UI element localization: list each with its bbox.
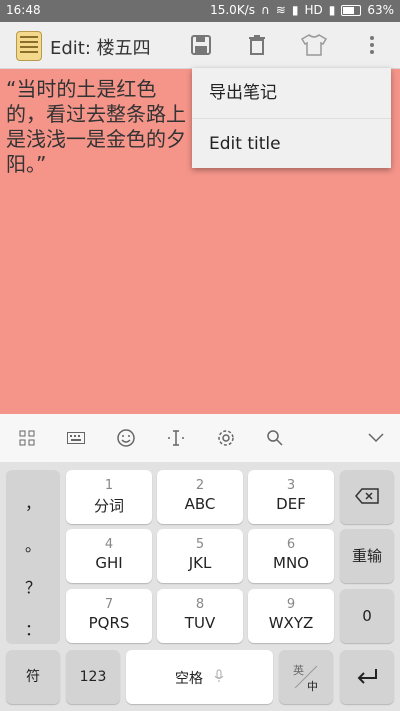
headphone-icon: ∩ (260, 3, 270, 17)
keyboard-icon[interactable] (64, 426, 88, 450)
collapse-keyboard-icon[interactable] (364, 426, 388, 450)
overflow-menu-icon[interactable] (358, 31, 386, 59)
key-0[interactable]: 0 (340, 589, 394, 643)
punct-question[interactable]: ？ (6, 574, 60, 598)
emoji-icon[interactable] (114, 426, 138, 450)
enter-key[interactable] (340, 650, 394, 704)
note-text[interactable]: “当时的土是红色的，看过去整条路上是浅浅一是金色的夕阳。” (6, 77, 196, 177)
key-7[interactable]: 7 PQRS (66, 589, 152, 643)
punct-comma[interactable]: ， (6, 490, 60, 514)
notepad-app-icon (16, 31, 42, 61)
save-icon[interactable] (187, 31, 215, 59)
language-switch-key[interactable]: 英 中 (279, 650, 333, 704)
overflow-menu: 导出笔记 Edit title (192, 68, 391, 168)
toolbar: Edit: 楼五四 (0, 22, 400, 69)
numbers-key[interactable]: 123 (66, 650, 120, 704)
key-3[interactable]: 3 DEF (248, 470, 334, 524)
keyboard-toolbar (0, 414, 400, 463)
keyboard: ， 。 ？ ： 1 分词 2 ABC 3 DEF 4 GHI 5 JKL 6 M… (0, 462, 400, 711)
key-5[interactable]: 5 JKL (157, 529, 243, 583)
battery-percent: 63% (367, 3, 394, 17)
delete-icon[interactable] (243, 31, 271, 59)
punct-colon[interactable]: ： (6, 616, 60, 640)
key-9[interactable]: 9 WXYZ (248, 589, 334, 643)
key-4[interactable]: 4 GHI (66, 529, 152, 583)
search-icon[interactable] (263, 426, 287, 450)
symbol-key[interactable]: 符 (6, 650, 60, 704)
hd-label: HD (304, 3, 323, 17)
key-2[interactable]: 2 ABC (157, 470, 243, 524)
space-key[interactable]: 空格 (126, 650, 273, 704)
grid-icon[interactable] (15, 426, 39, 450)
menu-item-export-notes[interactable]: 导出笔记 (192, 68, 391, 119)
network-speed: 15.0K/s (210, 3, 255, 17)
key-1[interactable]: 1 分词 (66, 470, 152, 524)
status-bar: 16:48 15.0K/s ∩ ≋ ▮ HD ▮ 63% (0, 0, 400, 22)
space-label: 空格 (174, 671, 203, 687)
cursor-icon[interactable] (164, 426, 188, 450)
signal-2-icon: ▮ (328, 3, 336, 17)
backspace-key[interactable] (340, 470, 394, 524)
reenter-key[interactable]: 重输 (340, 529, 394, 583)
microphone-icon (214, 668, 224, 687)
menu-item-edit-title[interactable]: Edit title (192, 119, 391, 169)
status-time: 16:48 (6, 3, 41, 17)
battery-icon (341, 4, 362, 16)
key-8[interactable]: 8 TUV (157, 589, 243, 643)
punctuation-column: ， 。 ？ ： (6, 470, 60, 644)
page-title: Edit: 楼五四 (50, 38, 151, 59)
key-6[interactable]: 6 MNO (248, 529, 334, 583)
shirt-icon[interactable] (300, 31, 328, 59)
status-right: 15.0K/s ∩ ≋ ▮ HD ▮ 63% (210, 3, 394, 17)
settings-icon[interactable] (214, 426, 238, 450)
signal-icon: ▮ (291, 3, 299, 17)
wifi-icon: ≋ (275, 3, 286, 17)
punct-period[interactable]: 。 (6, 532, 60, 556)
